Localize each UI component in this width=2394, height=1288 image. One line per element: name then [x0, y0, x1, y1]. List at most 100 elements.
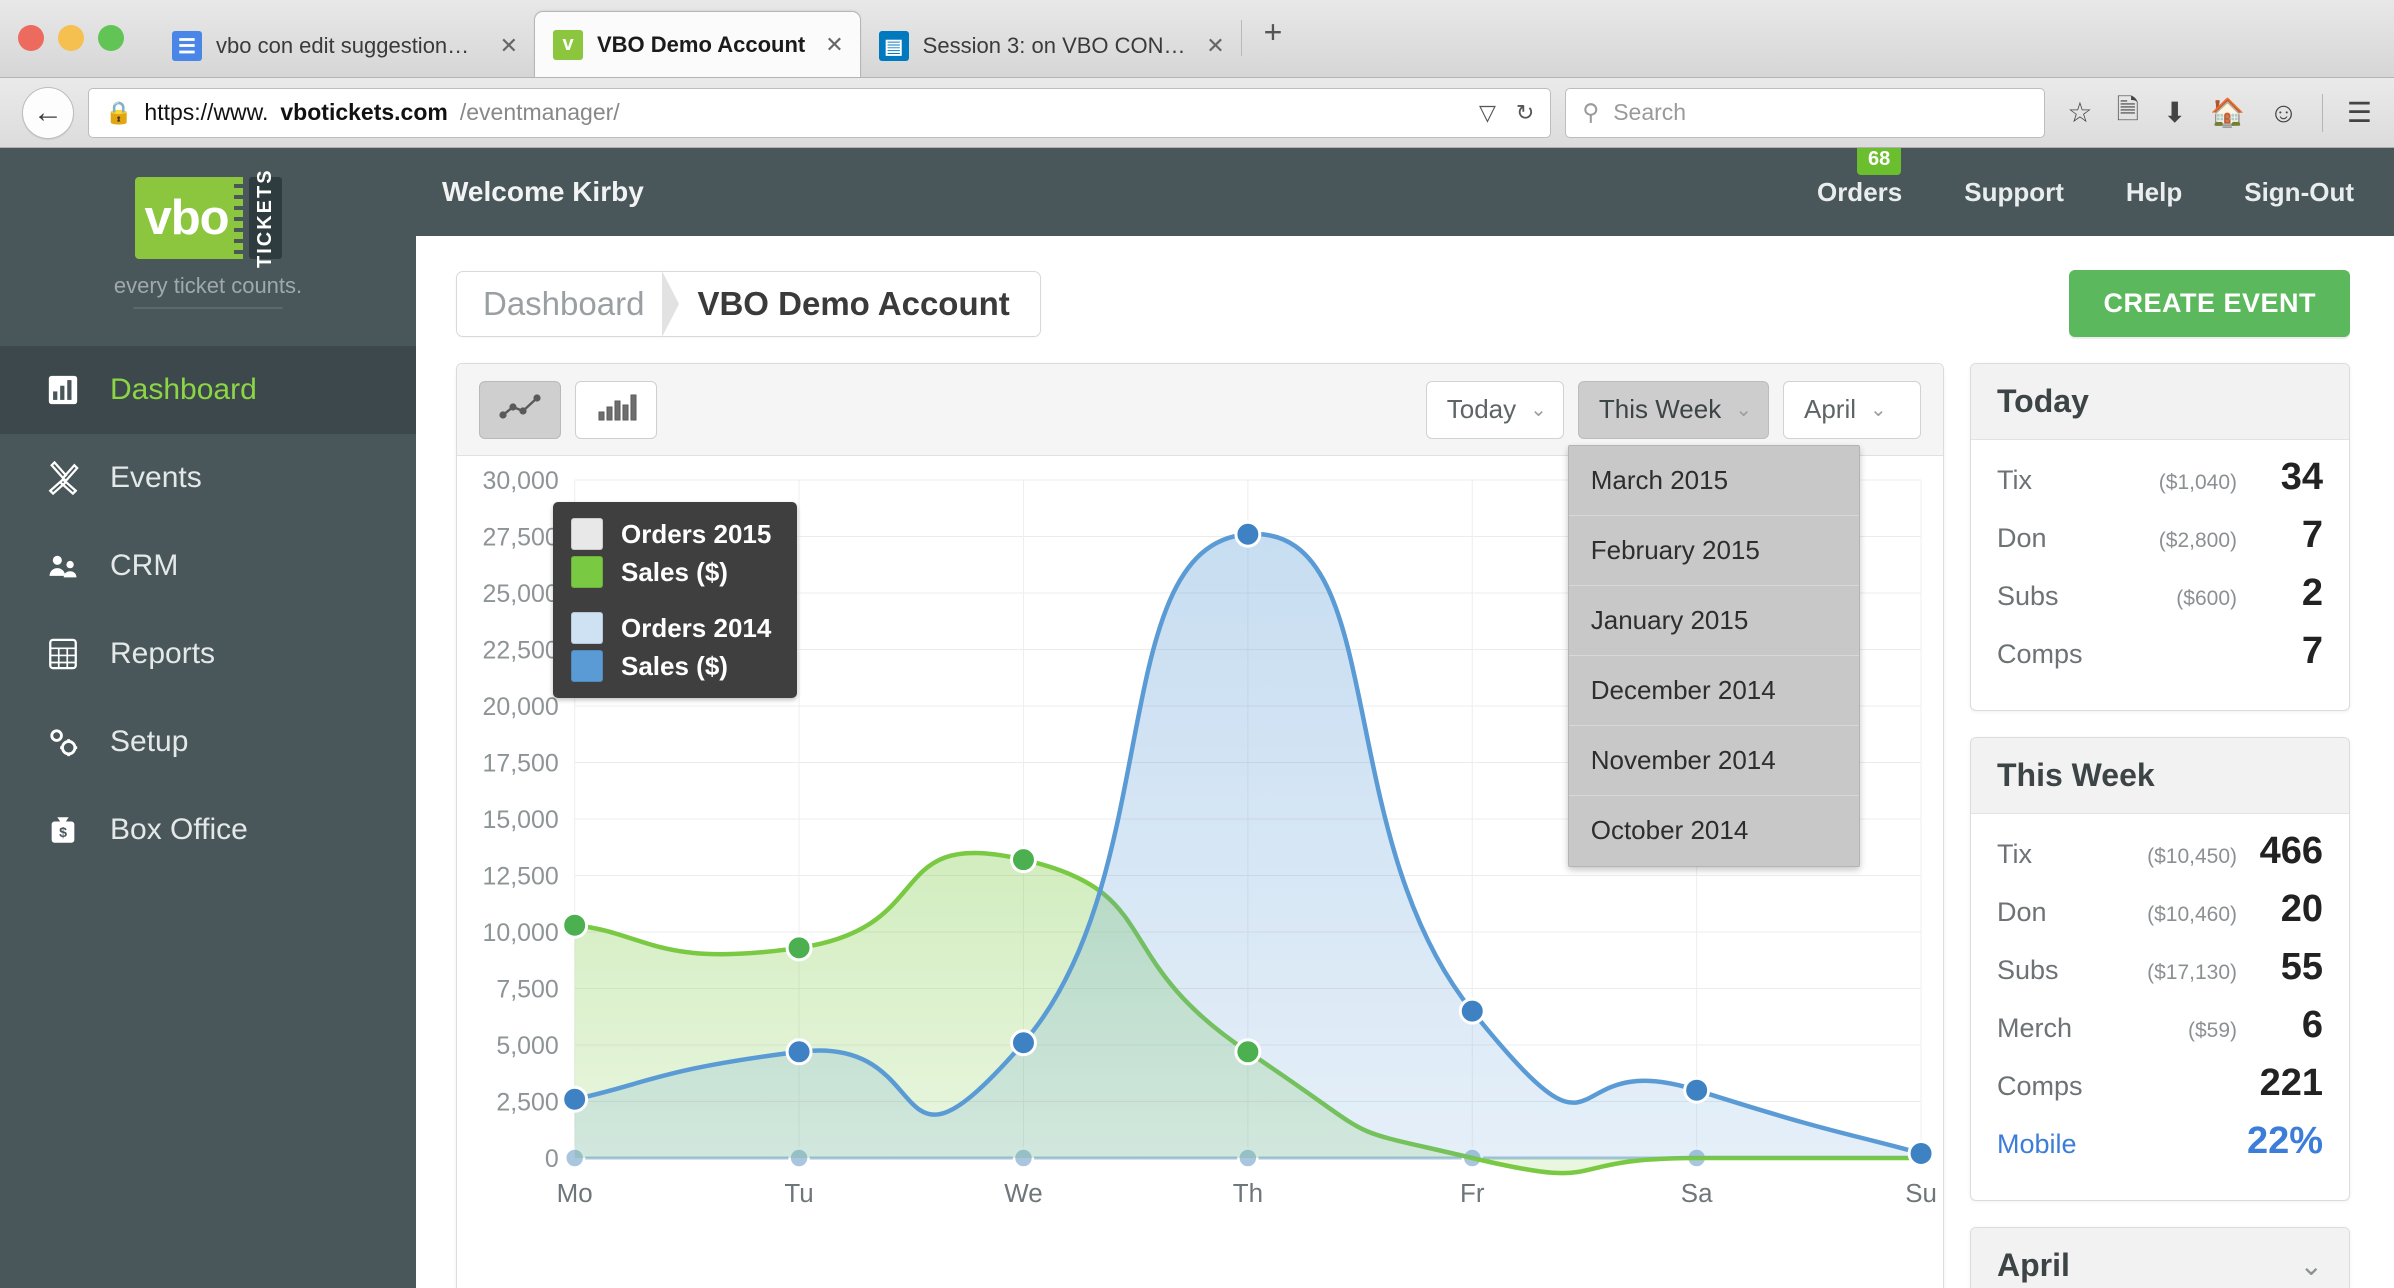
smiley-icon[interactable]: ☺	[2269, 97, 2298, 129]
sidebar-item-setup[interactable]: Setup	[0, 698, 416, 786]
close-window-button[interactable]	[18, 25, 44, 51]
stat-value: 466	[2259, 830, 2323, 872]
svg-text:15,000: 15,000	[483, 806, 559, 834]
browser-tab-2[interactable]: ▤ Session 3: on VBO CON | Tr... ✕	[861, 15, 1241, 77]
legend-swatch	[571, 556, 603, 588]
filter-this-week-button[interactable]: This Week ⌄	[1577, 380, 1769, 439]
svg-text:5,000: 5,000	[496, 1032, 558, 1060]
page-title: VBO Demo Account	[697, 284, 1010, 322]
dropdown-item[interactable]: October 2014	[1569, 796, 1859, 866]
svg-text:Th: Th	[1233, 1178, 1263, 1208]
vbo-logo-mark: vbo	[134, 177, 243, 259]
browser-tab-0[interactable]: ☰ vbo con edit suggestions - ... ✕	[154, 15, 534, 77]
dropdown-item[interactable]: March 2015	[1568, 446, 1859, 516]
top-nav-orders[interactable]: Orders 68	[1816, 148, 1903, 208]
new-tab-button[interactable]: +	[1242, 14, 1305, 63]
stats-rail: Today Tix ($1,040) 34 Don ($2,800) 7 Sub…	[1970, 363, 2350, 1288]
stat-row: Subs ($600) 2	[1997, 572, 2323, 630]
sidebar-item-dashboard[interactable]: Dashboard	[0, 346, 416, 434]
breadcrumb-separator	[662, 270, 680, 337]
april-panel[interactable]: April ⌄	[1970, 1227, 2350, 1288]
chevron-down-icon[interactable]: ▽	[1479, 100, 1496, 126]
reload-icon[interactable]: ↻	[1516, 100, 1534, 126]
back-button[interactable]: ←	[22, 86, 74, 139]
sidebar-item-label: Dashboard	[110, 373, 257, 406]
dropdown-item[interactable]: November 2014	[1568, 726, 1859, 796]
create-event-button[interactable]: CREATE EVENT	[2069, 270, 2350, 337]
sidebar-item-box-office[interactable]: $ Box Office	[0, 786, 416, 874]
search-icon: ⚲	[1582, 99, 1600, 125]
svg-text:27,500: 27,500	[483, 523, 559, 551]
filter-today-button[interactable]: Today ⌄	[1425, 380, 1564, 439]
browser-tab-1[interactable]: v VBO Demo Account ✕	[534, 11, 861, 77]
stat-row: Tix ($10,450) 466	[1997, 830, 2323, 888]
search-placeholder: Search	[1613, 99, 1687, 125]
sidebar-item-label: Events	[110, 461, 202, 494]
stat-label: Tix	[1997, 839, 2032, 869]
bar-chart-toggle[interactable]	[575, 380, 657, 439]
tab-title: VBO Demo Account	[597, 31, 806, 57]
download-icon[interactable]: ⬇	[2163, 96, 2186, 129]
close-icon[interactable]: ✕	[819, 32, 843, 58]
doc-icon: ☰	[172, 31, 202, 61]
sidebar-item-crm[interactable]: CRM	[0, 522, 416, 610]
date-filter-group: Today ⌄ This Week ⌄ April ⌄ March 2015 F…	[1425, 380, 1921, 867]
stat-row: Comps 7	[1997, 630, 2323, 688]
dropdown-item[interactable]: February 2015	[1568, 516, 1859, 586]
svg-text:20,000: 20,000	[483, 693, 559, 721]
stat-label: Merch	[1997, 1013, 2073, 1043]
filter-label: April	[1804, 394, 1857, 424]
svg-text:$: $	[59, 825, 67, 841]
top-nav-help[interactable]: Help	[2126, 177, 2182, 208]
tagline-rule	[133, 307, 283, 309]
breadcrumb-root[interactable]: Dashboard	[457, 285, 662, 323]
april-panel-header[interactable]: April ⌄	[1971, 1228, 2349, 1288]
bar-chart-icon	[594, 390, 638, 429]
close-icon[interactable]: ✕	[494, 33, 518, 59]
reader-icon[interactable]: 🗎	[2116, 89, 2139, 137]
main-content: Welcome Kirby Orders 68 Support Help Sig…	[416, 148, 2394, 1288]
window-controls	[18, 0, 154, 77]
stat-amount: ($600)	[2176, 587, 2237, 610]
breadcrumb: Dashboard VBO Demo Account	[456, 270, 1041, 337]
stat-row-mobile: Mobile 22%	[1997, 1120, 2323, 1178]
svg-text:17,500: 17,500	[483, 749, 559, 777]
sidebar-item-reports[interactable]: Reports	[0, 610, 416, 698]
sidebar-item-label: CRM	[110, 549, 179, 582]
star-icon[interactable]: ☆	[2067, 96, 2092, 129]
chart-toolbar: Today ⌄ This Week ⌄ April ⌄ March 2015 F…	[457, 364, 1943, 867]
stat-label: Comps	[1997, 1071, 2083, 1101]
top-nav-sign-out[interactable]: Sign-Out	[2244, 177, 2354, 208]
lock-icon: 🔒	[105, 99, 133, 125]
home-icon[interactable]: 🏠	[2210, 96, 2245, 129]
hamburger-menu-icon[interactable]: ☰	[2347, 96, 2372, 129]
top-nav-label: Orders	[1816, 176, 1903, 207]
legend-label: Sales ($)	[621, 650, 728, 681]
legend-label: Sales ($)	[621, 556, 728, 587]
browser-nav-bar: ← 🔒 https://www. vbotickets.com/eventmana…	[0, 78, 2394, 148]
maximize-window-button[interactable]	[98, 25, 124, 51]
filter-month-button[interactable]: April ⌄	[1783, 380, 1921, 439]
close-icon[interactable]: ✕	[1200, 33, 1224, 59]
dropdown-item[interactable]: December 2014	[1568, 656, 1859, 726]
top-nav-support[interactable]: Support	[1964, 177, 2064, 208]
stat-value: 55	[2280, 946, 2323, 988]
people-icon	[44, 547, 82, 585]
chart-legend: Orders 2015 Sales ($) Orders 2014 Sales …	[553, 502, 798, 698]
minimize-window-button[interactable]	[58, 25, 84, 51]
stat-amount: ($59)	[2187, 1019, 2237, 1042]
bar-chart-icon	[44, 371, 82, 409]
browser-search-box[interactable]: ⚲ Search	[1565, 87, 2046, 138]
dropdown-item[interactable]: January 2015	[1568, 586, 1859, 656]
tickets-badge: TICKETS	[248, 168, 282, 268]
line-chart-toggle[interactable]	[479, 380, 561, 439]
trello-icon: ▤	[878, 31, 909, 61]
stat-value: 2	[2301, 572, 2323, 614]
logo[interactable]: vbo TICKETS every ticket counts.	[0, 148, 416, 338]
svg-text:12,500: 12,500	[483, 862, 559, 890]
address-bar[interactable]: 🔒 https://www. vbotickets.com/eventmanage…	[88, 87, 1552, 138]
legend-swatch	[571, 612, 603, 644]
sidebar-item-events[interactable]: Events	[0, 434, 416, 522]
chevron-down-icon[interactable]: ⌄	[2300, 1249, 2323, 1282]
